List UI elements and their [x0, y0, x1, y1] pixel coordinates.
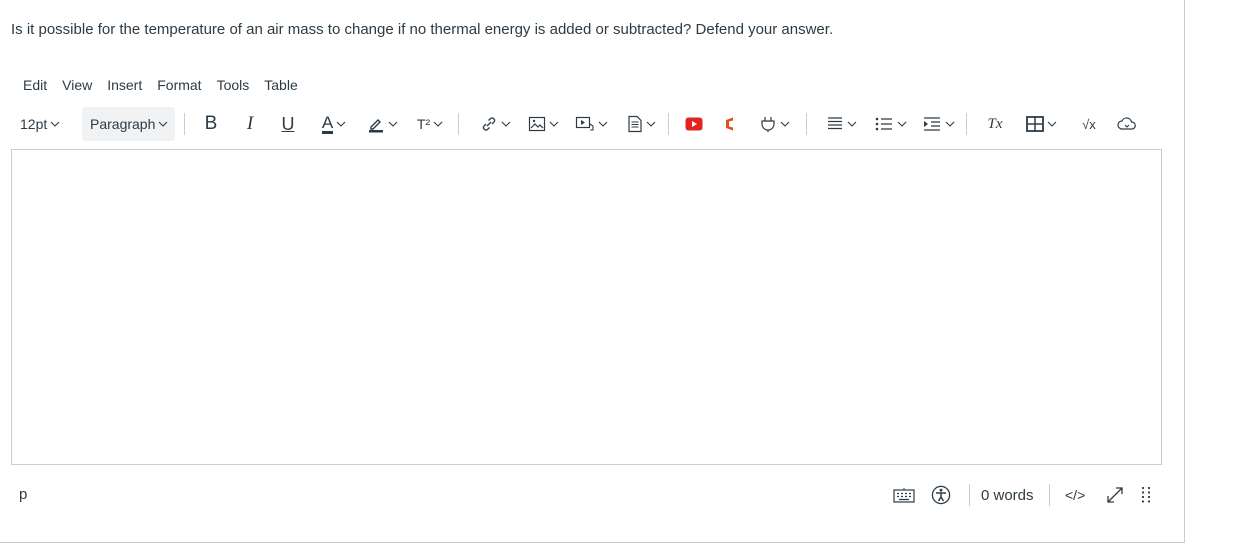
word-count-value: 0 words: [981, 486, 1034, 504]
align-button[interactable]: [822, 107, 860, 141]
cloud-icon: [1117, 117, 1136, 130]
link-icon: [482, 117, 495, 131]
youtube-button[interactable]: [682, 107, 706, 141]
chevron-down-icon: [945, 121, 954, 127]
cloud-button[interactable]: [1114, 107, 1140, 141]
accessibility-icon: [931, 485, 951, 505]
editor-statusbar: p 0 words </>: [11, 480, 1161, 510]
editor-content-area[interactable]: [11, 149, 1162, 465]
resize-handle-icon: [1141, 486, 1151, 503]
italic-icon: I: [246, 113, 254, 134]
text-color-button[interactable]: A: [316, 107, 352, 141]
media-button[interactable]: [572, 107, 610, 141]
youtube-icon: [685, 117, 703, 131]
resize-handle[interactable]: [1141, 480, 1155, 510]
table-button[interactable]: [1020, 107, 1062, 141]
question-text: Is it possible for the temperature of an…: [11, 21, 834, 38]
element-path[interactable]: p: [19, 486, 27, 503]
menu-tools[interactable]: Tools: [210, 76, 258, 94]
font-size-value: 12pt: [20, 116, 48, 132]
statusbar-divider: [1049, 484, 1050, 506]
menu-insert[interactable]: Insert: [100, 76, 150, 94]
chevron-down-icon: [159, 121, 168, 127]
block-format-select[interactable]: Paragraph: [82, 107, 175, 141]
chevron-down-icon: [780, 121, 789, 127]
chevron-down-icon: [897, 121, 906, 127]
html-toggle-label: </>: [1065, 487, 1086, 503]
chevron-down-icon: [50, 121, 60, 127]
chevron-down-icon: [336, 121, 346, 127]
highlight-icon: [368, 119, 383, 133]
underline-icon: U: [281, 113, 295, 134]
keyboard-shortcuts-button[interactable]: [893, 480, 917, 510]
superscript-button[interactable]: T²: [412, 107, 448, 141]
indent-icon: [923, 117, 940, 131]
menu-table[interactable]: Table: [257, 76, 305, 94]
menu-edit[interactable]: Edit: [16, 76, 55, 94]
office-icon: [726, 117, 733, 131]
apps-button[interactable]: [754, 107, 794, 141]
block-format-value: Paragraph: [90, 116, 156, 132]
superscript-icon: T²: [416, 116, 431, 132]
chevron-down-icon: [847, 121, 856, 127]
list-icon: [875, 117, 892, 131]
statusbar-divider: [969, 484, 970, 506]
toolbar-divider: [806, 113, 807, 135]
media-icon: [575, 116, 594, 131]
toolbar-divider: [458, 113, 459, 135]
chevron-down-icon: [501, 121, 510, 127]
underline-button[interactable]: U: [278, 107, 298, 141]
editor-toolbar: 12pt Paragraph B I U A T² Tx √x: [16, 107, 1166, 141]
word-count[interactable]: 0 words: [981, 480, 1034, 510]
italic-button[interactable]: I: [240, 107, 260, 141]
image-icon: [528, 116, 545, 132]
keyboard-icon: [893, 488, 915, 503]
document-icon: [627, 115, 642, 133]
table-icon: [1025, 116, 1044, 132]
text-color-icon: A: [321, 112, 334, 134]
indent-button[interactable]: [918, 107, 958, 141]
expand-icon: [1107, 487, 1123, 503]
menu-view[interactable]: View: [55, 76, 100, 94]
math-icon: √x: [1082, 116, 1096, 132]
chevron-down-icon: [598, 121, 607, 127]
chevron-down-icon: [388, 121, 397, 127]
fullscreen-button[interactable]: [1105, 480, 1129, 510]
image-button[interactable]: [524, 107, 562, 141]
apps-icon: [760, 117, 775, 132]
chevron-down-icon: [646, 121, 655, 127]
toolbar-divider: [668, 113, 669, 135]
highlight-button[interactable]: [364, 107, 400, 141]
office-button[interactable]: [722, 107, 740, 141]
chevron-down-icon: [549, 121, 558, 127]
chevron-down-icon: [433, 121, 443, 127]
bold-icon: B: [204, 113, 218, 134]
list-button[interactable]: [870, 107, 910, 141]
toolbar-divider: [184, 113, 185, 135]
align-icon: [827, 117, 842, 130]
math-button[interactable]: √x: [1076, 107, 1102, 141]
accessibility-checker-button[interactable]: [931, 480, 955, 510]
editor-menubar: Edit View Insert Format Tools Table: [16, 76, 306, 94]
html-editor-toggle[interactable]: </>: [1065, 480, 1085, 510]
font-size-select[interactable]: 12pt: [20, 107, 60, 141]
bold-button[interactable]: B: [200, 107, 222, 141]
clear-formatting-button[interactable]: Tx: [982, 107, 1008, 141]
clear-formatting-icon: Tx: [987, 115, 1003, 132]
link-button[interactable]: [476, 107, 514, 141]
document-button[interactable]: [622, 107, 660, 141]
chevron-down-icon: [1047, 121, 1056, 127]
menu-format[interactable]: Format: [150, 76, 209, 94]
toolbar-divider: [966, 113, 967, 135]
